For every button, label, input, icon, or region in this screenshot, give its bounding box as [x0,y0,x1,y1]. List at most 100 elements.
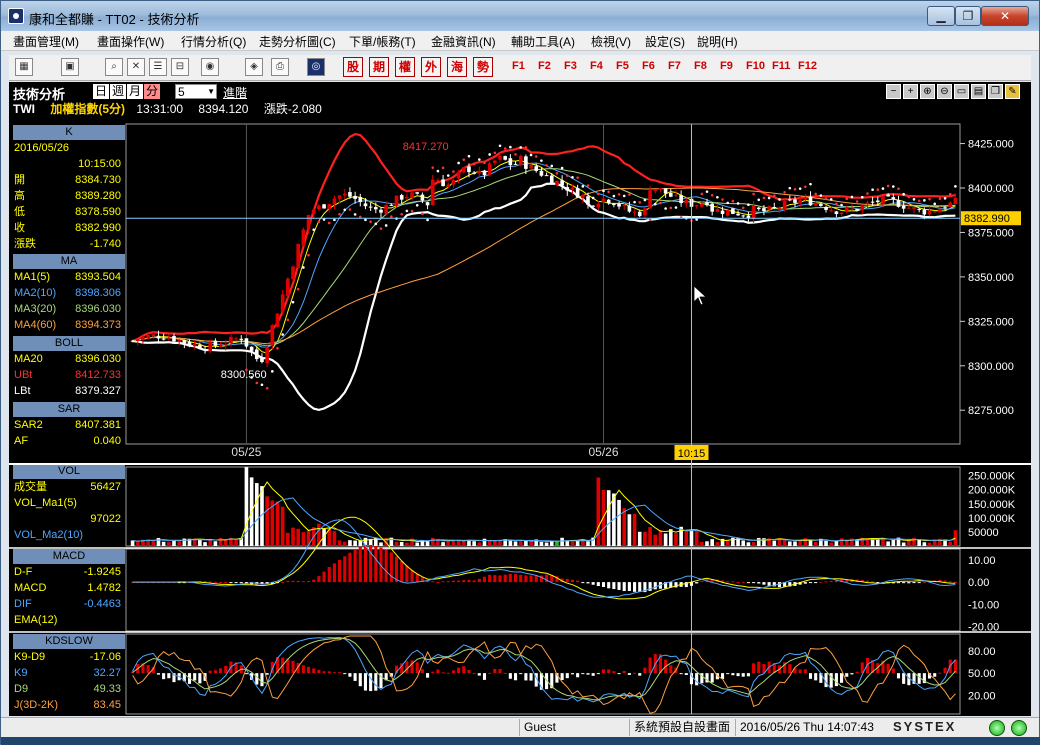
macd-bar [902,582,906,584]
candle-body [658,188,663,190]
maximize-button[interactable]: ❐ [955,6,981,26]
sar-dot [793,188,797,191]
kd-bar [322,671,326,674]
layout-icon[interactable]: ▦ [15,58,33,76]
title-bar[interactable]: 康和全都賺 - TT02 - 技術分析 ▁ ❐ ✕ [1,1,1039,31]
macd-bar [348,552,352,583]
brand-logo: SYSTEX [893,719,957,734]
menu-item-4[interactable]: 下單/帳務(T) [349,33,416,50]
sar-dot [260,383,264,387]
sar-dot [333,218,336,222]
candle-body [544,175,549,177]
menu-item-0[interactable]: 畫面管理(M) [13,33,79,50]
fkey-f9[interactable]: F9 [720,60,733,72]
k9-line [132,636,956,703]
sar-dot [353,213,357,216]
fkey-f2[interactable]: F2 [538,60,551,72]
kd-bar [736,673,740,677]
sar-dot [617,193,621,196]
menu-item-5[interactable]: 金融資訊(N) [431,33,496,50]
sar-dot [457,161,460,165]
menu-item-1[interactable]: 畫面操作(W) [97,33,164,50]
menu-item-3[interactable]: 走勢分析圖(C) [259,33,336,50]
close-button[interactable]: ✕ [981,6,1029,26]
fkey-f12[interactable]: F12 [798,60,817,72]
fkey-f6[interactable]: F6 [642,60,655,72]
sar-dot [390,215,393,218]
sar-dot [591,196,595,200]
market-button-4[interactable]: 海 [447,57,467,77]
arrange-icon[interactable]: ☰ [149,58,167,76]
macd-bar [513,574,518,583]
close-window-icon[interactable]: ✕ [127,58,145,76]
candle-body [436,180,440,182]
sar-dot [286,318,290,322]
sar-dot [850,195,854,199]
candle-body [130,340,135,342]
minimize-button[interactable]: ▁ [927,6,955,26]
market-button-5[interactable]: 勢 [473,57,493,77]
palette-icon[interactable]: ◉ [201,58,219,76]
kd-bar [586,673,590,675]
candle-body [798,200,802,204]
sar-dot [824,197,828,200]
macd-bar [394,556,399,583]
sar-dot [338,212,341,216]
market-button-2[interactable]: 權 [395,57,415,77]
volume-bar [886,541,890,546]
market-button-3[interactable]: 外 [421,57,441,77]
kd-bar [710,673,714,683]
macd-bar [601,582,606,588]
chart-tool-icon[interactable]: ◈ [245,58,263,76]
macd-bar [586,582,590,584]
sar-dot [312,228,316,231]
volume-bar [358,540,363,546]
macd-bar [612,582,616,590]
sar-dot [571,175,574,179]
volume-bar [948,541,953,546]
candle-body [467,166,471,173]
menu-item-8[interactable]: 設定(S) [645,33,685,50]
price-tick-label: 8375.000 [968,227,1014,239]
x-tick-label: 05/26 [588,445,618,459]
candle-body [410,192,414,199]
market-button-1[interactable]: 期 [369,57,389,77]
fkey-f4[interactable]: F4 [590,60,603,72]
menu-item-6[interactable]: 輔助工具(A) [511,33,575,50]
sar-dot [529,153,533,157]
brand-icon[interactable]: ◎ [307,58,325,76]
menu-item-9[interactable]: 說明(H) [697,33,738,50]
sar-dot [809,182,812,186]
candle-body [570,187,575,190]
volume-tick-label: 100.000K [968,513,1016,525]
fkey-f1[interactable]: F1 [512,60,525,72]
sar-dot [374,222,378,226]
cascade-icon[interactable]: ⊟ [171,58,189,76]
candle-body [653,189,658,192]
print-icon[interactable]: ⎙ [271,58,289,76]
menu-item-2[interactable]: 行情分析(Q) [181,33,246,50]
fkey-f11[interactable]: F11 [772,60,790,72]
technical-analysis-panel: 技術分析 日週月分 5 進階 TWI 加權指數(5分) 13:31:00 839… [9,82,1031,716]
sar-dot [426,218,429,222]
macd-bar [581,582,585,584]
candle-body [917,208,921,210]
macd-tick-label: -20.00 [968,622,999,634]
fkey-f8[interactable]: F8 [694,60,707,72]
screen-icon[interactable]: ▣ [61,58,79,76]
volume-bar [798,540,802,546]
fkey-f3[interactable]: F3 [564,60,577,72]
fkey-f5[interactable]: F5 [616,60,629,72]
search-icon[interactable]: ⌕ [105,58,123,76]
market-button-0[interactable]: 股 [343,57,363,77]
sar-dot [938,197,942,200]
kd-bar [834,673,838,687]
price-chart[interactable]: 05/25 05/26 8425.000 8400.000 8375.000 8350.0… [9,82,1031,716]
volume-bar [606,490,611,546]
macd-bar [400,561,404,583]
fkey-f10[interactable]: F10 [746,60,765,72]
macd-bar [384,549,388,583]
fkey-f7[interactable]: F7 [668,60,681,72]
crosshair-time-label: 10:15 [678,448,706,460]
menu-item-7[interactable]: 檢視(V) [591,33,631,50]
